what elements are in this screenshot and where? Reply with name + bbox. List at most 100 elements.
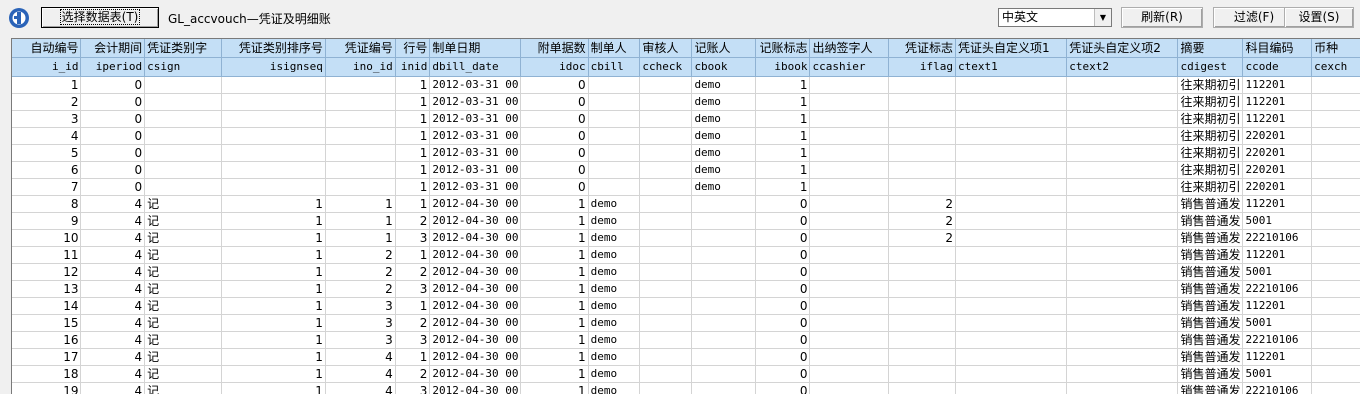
cell-iflag[interactable]: 2 bbox=[888, 230, 955, 247]
cell-iflag[interactable] bbox=[888, 94, 955, 111]
cell-ccheck[interactable] bbox=[640, 264, 692, 281]
cell-isignseq[interactable] bbox=[221, 179, 325, 196]
cell-i_id[interactable]: 15 bbox=[12, 315, 81, 332]
cell-ccheck[interactable] bbox=[640, 383, 692, 394]
table-row[interactable]: 94记1122012-04-30 001demo02销售普通发5001 bbox=[12, 213, 1360, 230]
cell-iflag[interactable] bbox=[888, 128, 955, 145]
cell-iperiod[interactable]: 4 bbox=[81, 366, 145, 383]
cell-csign[interactable] bbox=[145, 128, 222, 145]
dropdown-arrow-icon[interactable]: ▼ bbox=[1094, 9, 1111, 26]
cell-ctext2[interactable] bbox=[1067, 383, 1178, 394]
cell-iperiod[interactable]: 4 bbox=[81, 213, 145, 230]
cell-ctext2[interactable] bbox=[1067, 128, 1178, 145]
cell-ccheck[interactable] bbox=[640, 145, 692, 162]
cell-dbill_date[interactable]: 2012-04-30 00 bbox=[430, 349, 521, 366]
cell-ino_id[interactable]: 3 bbox=[325, 315, 395, 332]
cell-ctext2[interactable] bbox=[1067, 247, 1178, 264]
cell-i_id[interactable]: 19 bbox=[12, 383, 81, 394]
table-row[interactable]: 104记1132012-04-30 001demo02销售普通发22210106 bbox=[12, 230, 1360, 247]
cell-iperiod[interactable]: 0 bbox=[81, 179, 145, 196]
table-row[interactable]: 84记1112012-04-30 001demo02销售普通发112201 bbox=[12, 196, 1360, 213]
cell-ino_id[interactable] bbox=[325, 128, 395, 145]
cell-iperiod[interactable]: 4 bbox=[81, 281, 145, 298]
cell-csign[interactable]: 记 bbox=[145, 264, 222, 281]
cell-dbill_date[interactable]: 2012-03-31 00 bbox=[430, 128, 521, 145]
cell-isignseq[interactable]: 1 bbox=[221, 281, 325, 298]
column-field-iperiod[interactable]: iperiod bbox=[81, 58, 145, 77]
cell-ccode[interactable]: 22210106 bbox=[1243, 230, 1312, 247]
column-header-dbill_date[interactable]: 制单日期 bbox=[430, 39, 521, 58]
cell-iflag[interactable] bbox=[888, 145, 955, 162]
cell-ctext1[interactable] bbox=[956, 247, 1067, 264]
cell-ccashier[interactable] bbox=[810, 111, 888, 128]
cell-ccheck[interactable] bbox=[640, 230, 692, 247]
column-header-isignseq[interactable]: 凭证类别排序号 bbox=[221, 39, 325, 58]
cell-ctext1[interactable] bbox=[956, 315, 1067, 332]
table-row[interactable]: 154记1322012-04-30 001demo0销售普通发5001 bbox=[12, 315, 1360, 332]
cell-dbill_date[interactable]: 2012-04-30 00 bbox=[430, 281, 521, 298]
cell-iflag[interactable] bbox=[888, 281, 955, 298]
cell-ctext2[interactable] bbox=[1067, 213, 1178, 230]
cell-cbook[interactable] bbox=[692, 213, 755, 230]
cell-isignseq[interactable]: 1 bbox=[221, 213, 325, 230]
column-field-iflag[interactable]: iflag bbox=[888, 58, 955, 77]
cell-idoc[interactable]: 1 bbox=[521, 383, 588, 394]
cell-cbook[interactable] bbox=[692, 349, 755, 366]
cell-isignseq[interactable]: 1 bbox=[221, 366, 325, 383]
cell-i_id[interactable]: 7 bbox=[12, 179, 81, 196]
cell-ibook[interactable]: 1 bbox=[755, 111, 810, 128]
column-field-ccode[interactable]: ccode bbox=[1243, 58, 1312, 77]
cell-isignseq[interactable] bbox=[221, 145, 325, 162]
cell-csign[interactable]: 记 bbox=[145, 383, 222, 394]
cell-ccheck[interactable] bbox=[640, 213, 692, 230]
cell-iflag[interactable] bbox=[888, 111, 955, 128]
cell-ctext2[interactable] bbox=[1067, 349, 1178, 366]
cell-cbill[interactable] bbox=[588, 145, 640, 162]
cell-inid[interactable]: 2 bbox=[395, 366, 430, 383]
cell-isignseq[interactable] bbox=[221, 94, 325, 111]
table-row[interactable]: 124记1222012-04-30 001demo0销售普通发5001 bbox=[12, 264, 1360, 281]
cell-dbill_date[interactable]: 2012-03-31 00 bbox=[430, 94, 521, 111]
cell-cbill[interactable] bbox=[588, 94, 640, 111]
cell-cdigest[interactable]: 往来期初引 bbox=[1178, 179, 1243, 196]
column-header-iperiod[interactable]: 会计期间 bbox=[81, 39, 145, 58]
cell-iflag[interactable]: 2 bbox=[888, 196, 955, 213]
cell-idoc[interactable]: 0 bbox=[521, 162, 588, 179]
cell-csign[interactable] bbox=[145, 94, 222, 111]
cell-ccode[interactable]: 220201 bbox=[1243, 162, 1312, 179]
cell-ino_id[interactable]: 3 bbox=[325, 332, 395, 349]
cell-i_id[interactable]: 9 bbox=[12, 213, 81, 230]
cell-ccode[interactable]: 5001 bbox=[1243, 213, 1312, 230]
cell-ibook[interactable]: 0 bbox=[755, 247, 810, 264]
cell-cbill[interactable]: demo bbox=[588, 247, 640, 264]
cell-csign[interactable]: 记 bbox=[145, 213, 222, 230]
cell-ctext2[interactable] bbox=[1067, 145, 1178, 162]
cell-iperiod[interactable]: 4 bbox=[81, 383, 145, 394]
cell-ino_id[interactable]: 2 bbox=[325, 247, 395, 264]
cell-inid[interactable]: 1 bbox=[395, 145, 430, 162]
cell-idoc[interactable]: 0 bbox=[521, 179, 588, 196]
cell-ccheck[interactable] bbox=[640, 332, 692, 349]
cell-isignseq[interactable]: 1 bbox=[221, 264, 325, 281]
cell-ino_id[interactable]: 1 bbox=[325, 213, 395, 230]
cell-idoc[interactable]: 0 bbox=[521, 128, 588, 145]
cell-cexch[interactable] bbox=[1312, 94, 1360, 111]
cell-cdigest[interactable]: 销售普通发 bbox=[1178, 298, 1243, 315]
cell-inid[interactable]: 1 bbox=[395, 128, 430, 145]
cell-csign[interactable]: 记 bbox=[145, 281, 222, 298]
cell-ccheck[interactable] bbox=[640, 162, 692, 179]
cell-ibook[interactable]: 0 bbox=[755, 383, 810, 394]
cell-i_id[interactable]: 6 bbox=[12, 162, 81, 179]
cell-ibook[interactable]: 0 bbox=[755, 281, 810, 298]
table-row[interactable]: 5012012-03-31 000demo1往来期初引220201 bbox=[12, 145, 1360, 162]
cell-cbill[interactable] bbox=[588, 179, 640, 196]
cell-ccashier[interactable] bbox=[810, 179, 888, 196]
table-row[interactable]: 2012012-03-31 000demo1往来期初引112201 bbox=[12, 94, 1360, 111]
cell-inid[interactable]: 1 bbox=[395, 111, 430, 128]
cell-ccashier[interactable] bbox=[810, 366, 888, 383]
cell-ccode[interactable]: 22210106 bbox=[1243, 383, 1312, 394]
cell-csign[interactable]: 记 bbox=[145, 247, 222, 264]
cell-idoc[interactable]: 1 bbox=[521, 366, 588, 383]
cell-ibook[interactable]: 0 bbox=[755, 264, 810, 281]
cell-ccashier[interactable] bbox=[810, 247, 888, 264]
